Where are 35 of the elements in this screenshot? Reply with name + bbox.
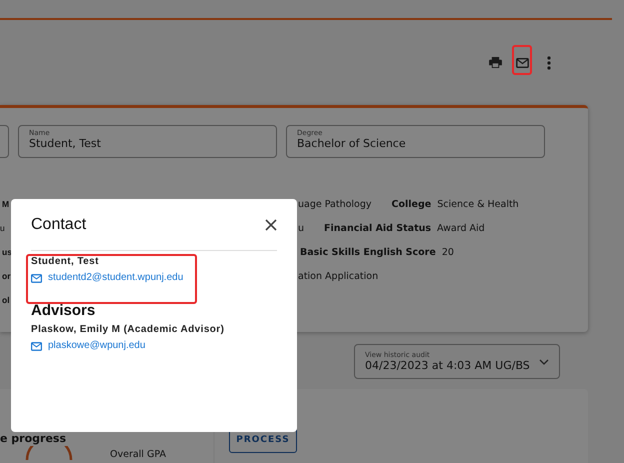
- card-title: e progress: [0, 432, 67, 445]
- print-icon[interactable]: [489, 57, 502, 68]
- mail-icon[interactable]: [516, 58, 529, 68]
- info-text: Award Aid: [437, 223, 485, 234]
- info-text: 20: [442, 247, 454, 258]
- info-text: ation Application: [298, 271, 378, 282]
- info-text: u: [0, 223, 5, 233]
- close-icon[interactable]: [265, 219, 277, 231]
- info-text: M: [2, 199, 10, 209]
- info-text: College: [392, 199, 432, 210]
- info-text: Science & Health: [437, 199, 519, 210]
- contact-name: Student, Test: [31, 256, 100, 268]
- gpa-label: Overall GPA: [110, 449, 166, 460]
- field-value: Bachelor of Science: [297, 137, 407, 150]
- section-heading: Advisors: [31, 302, 96, 319]
- info-text: uage Pathology: [298, 199, 372, 210]
- mail-icon: [31, 342, 42, 350]
- info-text: or: [2, 271, 10, 281]
- email-link[interactable]: studentd2@student.wpunj.edu: [48, 272, 184, 284]
- info-text: ol: [2, 295, 10, 305]
- highlight-frame: [512, 45, 532, 75]
- info-text: us: [2, 247, 12, 257]
- info-text: u: [298, 223, 304, 234]
- select-value: 04/23/2023 at 4:03 AM UG/BS: [365, 359, 530, 372]
- info-text: Basic Skills English Score: [300, 247, 436, 258]
- contact-name: Plaskow, Emily M (Academic Advisor): [31, 324, 226, 336]
- gpa-ring-drawing: [24, 446, 74, 460]
- mail-icon: [31, 274, 42, 282]
- field-value: Student, Test: [29, 137, 102, 150]
- info-text: Financial Aid Status: [324, 223, 432, 234]
- more-icon[interactable]: [547, 56, 551, 70]
- dialog-title: Contact: [31, 216, 86, 234]
- email-link[interactable]: plaskowe@wpunj.edu: [48, 340, 146, 352]
- text-field[interactable]: [0, 125, 9, 158]
- chevron-down-icon: [539, 358, 549, 364]
